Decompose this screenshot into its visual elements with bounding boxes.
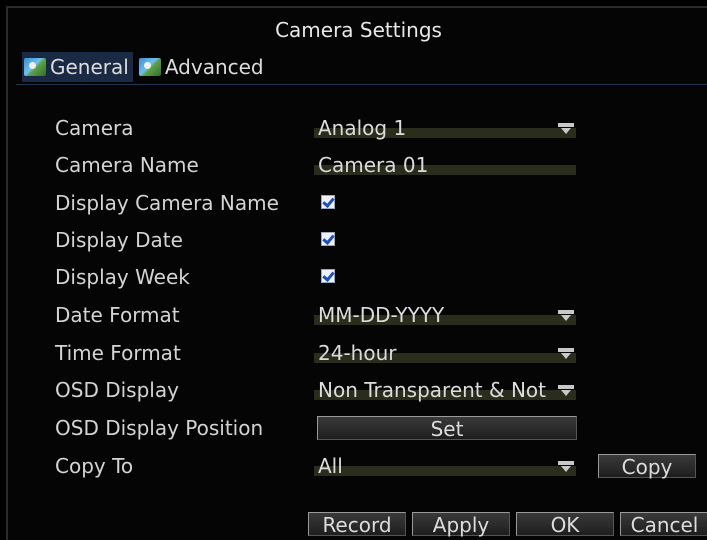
display-date-label: Display Date: [55, 228, 183, 252]
osd-display-position-row: OSD Display Position Set: [8, 413, 707, 443]
osd-display-select[interactable]: Non Transparent & Not: [314, 377, 576, 403]
chevron-down-icon[interactable]: [558, 310, 574, 324]
copy-to-value: All: [318, 454, 343, 478]
camera-tab-icon: [24, 58, 46, 76]
display-week-row: Display Week: [8, 262, 707, 292]
chevron-down-icon[interactable]: [558, 348, 574, 362]
tab-general-label: General: [50, 55, 129, 79]
camera-tab-icon: [138, 58, 161, 76]
tab-advanced[interactable]: Advanced: [137, 52, 268, 82]
tab-bar: General Advanced: [22, 52, 268, 82]
display-date-checkbox[interactable]: [321, 232, 335, 246]
display-week-checkbox[interactable]: [321, 269, 335, 283]
window-title: Camera Settings: [275, 18, 442, 42]
copy-button[interactable]: Copy: [598, 454, 696, 478]
date-format-select[interactable]: MM-DD-YYYY: [314, 302, 576, 328]
time-format-select[interactable]: 24-hour: [314, 340, 576, 366]
camera-name-input[interactable]: Camera 01: [314, 152, 576, 178]
osd-position-set-button[interactable]: Set: [317, 416, 577, 440]
ok-button[interactable]: OK: [516, 512, 614, 536]
osd-display-position-label: OSD Display Position: [55, 416, 264, 440]
osd-display-label: OSD Display: [55, 378, 179, 402]
copy-to-row: Copy To All Copy: [8, 451, 707, 481]
date-format-row: Date Format MM-DD-YYYY: [8, 300, 707, 330]
date-format-value: MM-DD-YYYY: [318, 303, 445, 327]
camera-name-row: Camera Name Camera 01: [8, 150, 707, 180]
camera-name-label: Camera Name: [55, 153, 199, 177]
cancel-button[interactable]: Cancel: [620, 512, 707, 536]
display-week-label: Display Week: [55, 265, 190, 289]
camera-label: Camera: [55, 116, 134, 140]
copy-to-label: Copy To: [55, 454, 134, 478]
camera-name-value: Camera 01: [318, 153, 429, 177]
camera-select-value: Analog 1: [318, 116, 407, 140]
display-date-row: Display Date: [8, 225, 707, 255]
apply-button[interactable]: Apply: [412, 512, 510, 536]
time-format-row: Time Format 24-hour: [8, 338, 707, 368]
osd-display-row: OSD Display Non Transparent & Not: [8, 375, 707, 405]
copy-to-select[interactable]: All: [314, 453, 576, 479]
time-format-label: Time Format: [55, 341, 181, 365]
display-camera-name-row: Display Camera Name: [8, 188, 707, 218]
tab-advanced-label: Advanced: [164, 55, 264, 79]
tab-divider: [16, 84, 707, 85]
time-format-value: 24-hour: [318, 341, 397, 365]
date-format-label: Date Format: [55, 303, 180, 327]
chevron-down-icon[interactable]: [558, 385, 574, 399]
tab-general[interactable]: General: [22, 52, 133, 82]
display-camera-name-checkbox[interactable]: [321, 195, 335, 209]
osd-display-value: Non Transparent & Not: [318, 378, 546, 402]
camera-row: Camera Analog 1: [8, 113, 707, 143]
camera-settings-window: Camera Settings General Advanced Camera …: [6, 6, 707, 540]
camera-select[interactable]: Analog 1: [314, 115, 576, 141]
chevron-down-icon[interactable]: [558, 123, 574, 137]
display-camera-name-label: Display Camera Name: [55, 191, 279, 215]
chevron-down-icon[interactable]: [558, 461, 574, 475]
record-button[interactable]: Record: [308, 512, 406, 536]
